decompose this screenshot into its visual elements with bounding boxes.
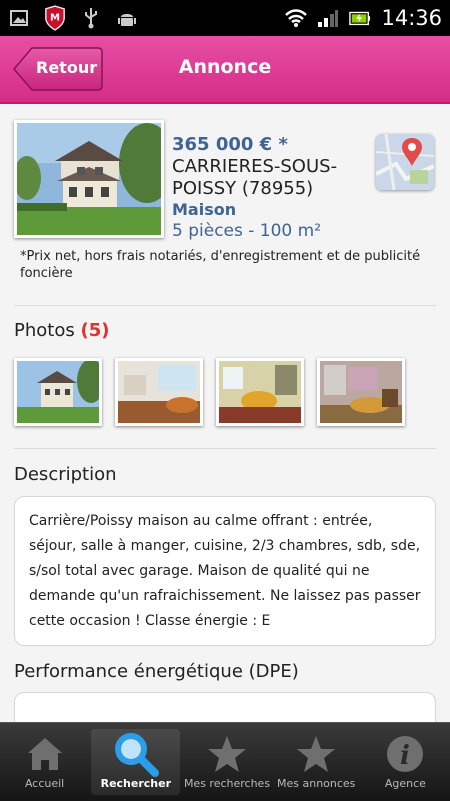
photo-thumbnail[interactable] [14,358,102,426]
wifi-icon [285,7,308,29]
battery-icon [349,7,371,29]
description-text: Carrière/Poissy maison au calme offrant … [29,513,421,629]
svg-text:M: M [50,13,60,24]
tab-agence[interactable]: i Agence [361,723,450,801]
mcafee-icon: M [44,5,66,31]
photos-title: Photos [14,320,75,341]
photo-thumbnail[interactable] [317,358,405,426]
tab-accueil[interactable]: Accueil [0,723,89,801]
photos-count: (5) [80,320,110,341]
listing-type: Maison [172,200,237,219]
bottom-tab-bar: Accueil Rechercher Mes recherches Mes an… [0,722,450,801]
android-icon [116,7,138,29]
divider [14,305,436,306]
description-title: Description [14,464,117,485]
tab-label: Rechercher [100,777,171,790]
photos-heading: Photos (5) [14,320,109,341]
listing-price: 365 000 € * [172,134,288,155]
dpe-title: Performance énergétique (DPE) [14,661,299,682]
listing-city: CARRIERES-SOUS-POISSY (78955) [172,156,338,199]
main-photo[interactable] [14,120,164,238]
tab-label: Mes recherches [183,777,271,790]
dpe-box [14,692,436,724]
app-header: Retour Annonce [0,36,450,104]
home-icon [27,738,62,770]
signal-icon [317,7,339,29]
map-button[interactable] [376,134,434,190]
map-icon [376,134,434,190]
tab-mes-recherches[interactable]: Mes recherches [182,723,271,801]
description-box: Carrière/Poissy maison au calme offrant … [14,496,436,646]
tab-rechercher[interactable]: Rechercher [91,729,181,795]
listing-content[interactable]: 365 000 € * CARRIERES-SOUS-POISSY (78955… [0,104,450,724]
tab-label: Mes annonces [277,777,356,790]
listing-rooms-area: 5 pièces - 100 m² [172,221,322,241]
svg-text:i: i [400,741,410,771]
star-icon [297,736,336,772]
photo-thumbnails [14,358,405,426]
clock: 14:36 [381,6,442,30]
usb-icon [80,7,102,29]
tab-label: Agence [384,777,426,790]
photo-thumbnail[interactable] [115,358,203,426]
gallery-icon [8,7,30,29]
star-icon [208,736,246,772]
search-icon [114,733,159,777]
divider [14,448,436,449]
tab-label: Accueil [24,777,65,790]
page-title: Annonce [178,56,272,78]
info-icon: i [387,736,424,772]
listing-summary: 365 000 € * CARRIERES-SOUS-POISSY (78955… [14,120,436,241]
status-bar: M 14:36 [0,0,450,36]
tab-mes-annonces[interactable]: Mes annonces [272,723,361,801]
price-note: *Prix net, hors frais notariés, d'enregi… [20,249,421,281]
photo-thumbnail[interactable] [216,358,304,426]
